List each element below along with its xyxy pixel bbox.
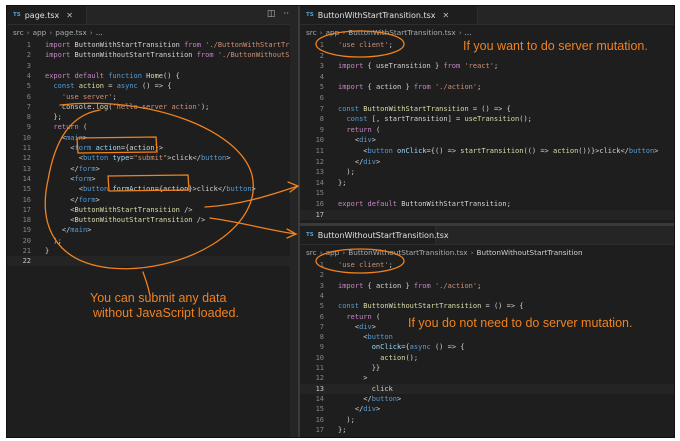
use-client-loop-bottom: [315, 248, 405, 274]
form-action-box: [107, 174, 190, 192]
forms-loop: [44, 102, 254, 270]
arrow-top: [204, 185, 299, 208]
annotation-no-server-mutation: If you do not need to do server mutation…: [408, 316, 633, 330]
annotation-submit-line2: without JavaScript loaded.: [93, 306, 239, 320]
annotation-server-mutation: If you want to do server mutation.: [463, 39, 648, 53]
annotation-overlay: [44, 30, 405, 297]
action-box: [76, 136, 158, 154]
use-client-loop-top: [315, 30, 405, 58]
arrow-bottom: [209, 217, 297, 235]
annotation-submit-line1: You can submit any data: [90, 291, 227, 305]
